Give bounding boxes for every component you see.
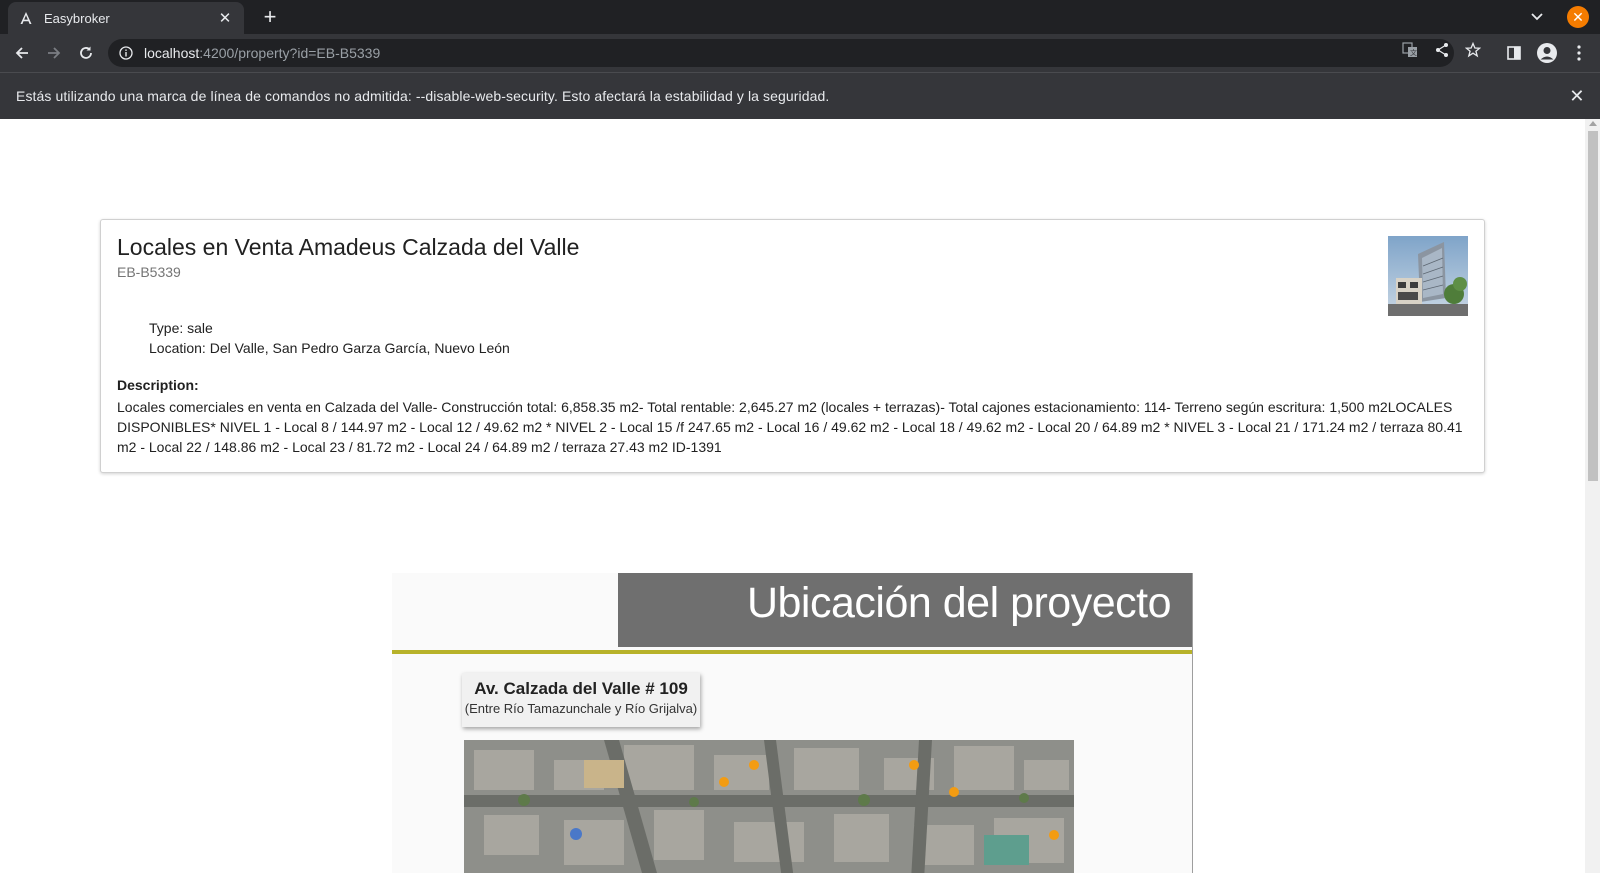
- property-title: Locales en Venta Amadeus Calzada del Val…: [117, 234, 580, 260]
- scrollbar-thumb[interactable]: [1588, 131, 1598, 481]
- scroll-up-arrow-icon[interactable]: [1589, 121, 1597, 126]
- project-address-box: Av. Calzada del Valle # 109 (Entre Río T…: [462, 673, 700, 727]
- project-image-heading: Ubicación del proyecto: [746, 579, 1172, 627]
- angular-icon: [18, 10, 34, 26]
- page-scrollbar[interactable]: [1585, 119, 1600, 873]
- site-info-icon[interactable]: [118, 45, 134, 61]
- back-icon[interactable]: [10, 41, 34, 65]
- property-type: Type: sale: [149, 320, 213, 336]
- property-card: Locales en Venta Amadeus Calzada del Val…: [100, 219, 1485, 473]
- translate-icon[interactable]: 文: [1400, 40, 1420, 60]
- property-code: EB-B5339: [117, 264, 181, 280]
- unsupported-flag-infobar: Estás utilizando una marca de línea de c…: [0, 72, 1600, 119]
- browser-tab[interactable]: Easybroker ✕: [8, 2, 244, 34]
- property-description: Locales comerciales en venta en Calzada …: [117, 399, 1463, 455]
- aerial-map: [464, 740, 1074, 873]
- browser-toolbar: localhost:4200/property?id=EB-B5339 文: [0, 34, 1600, 72]
- project-image-rule: [392, 650, 1192, 654]
- address-bar[interactable]: localhost:4200/property?id=EB-B5339: [108, 39, 1454, 67]
- tab-close-icon[interactable]: ✕: [216, 9, 234, 27]
- page-viewport: Locales en Venta Amadeus Calzada del Val…: [0, 119, 1600, 873]
- project-image-header: Ubicación del proyecto: [618, 573, 1192, 647]
- infobar-message: Estás utilizando una marca de línea de c…: [16, 88, 830, 104]
- profile-avatar-icon[interactable]: [1535, 41, 1559, 65]
- url-text: localhost:4200/property?id=EB-B5339: [144, 45, 380, 61]
- window-close-button[interactable]: ✕: [1567, 6, 1589, 28]
- project-address: Av. Calzada del Valle # 109: [474, 679, 688, 698]
- side-panel-icon[interactable]: [1502, 41, 1526, 65]
- new-tab-button[interactable]: +: [258, 6, 282, 30]
- bookmark-star-icon[interactable]: [1463, 40, 1483, 60]
- property-details: Type: sale Location: Del Valle, San Pedr…: [149, 318, 510, 358]
- project-location-image: Ubicación del proyecto Av. Calzada del V…: [392, 573, 1193, 873]
- project-address-sub: (Entre Río Tamazunchale y Río Grijalva): [464, 701, 698, 716]
- property-thumbnail[interactable]: [1388, 236, 1468, 316]
- url-path: :4200/property?id=EB-B5339: [199, 45, 381, 61]
- description-label: Description:: [117, 377, 199, 393]
- share-icon[interactable]: [1432, 40, 1452, 60]
- tab-title: Easybroker: [44, 10, 110, 26]
- svg-text:文: 文: [1410, 48, 1417, 57]
- infobar-close-icon[interactable]: ✕: [1567, 86, 1587, 106]
- menu-kebab-icon[interactable]: [1567, 41, 1591, 65]
- url-host: localhost: [144, 45, 200, 61]
- forward-icon[interactable]: [42, 41, 66, 65]
- property-location: Location: Del Valle, San Pedro Garza Gar…: [149, 340, 510, 356]
- reload-icon[interactable]: [74, 41, 98, 65]
- tab-search-icon[interactable]: [1525, 7, 1549, 27]
- tab-strip: Easybroker ✕ + ✕: [0, 0, 1600, 34]
